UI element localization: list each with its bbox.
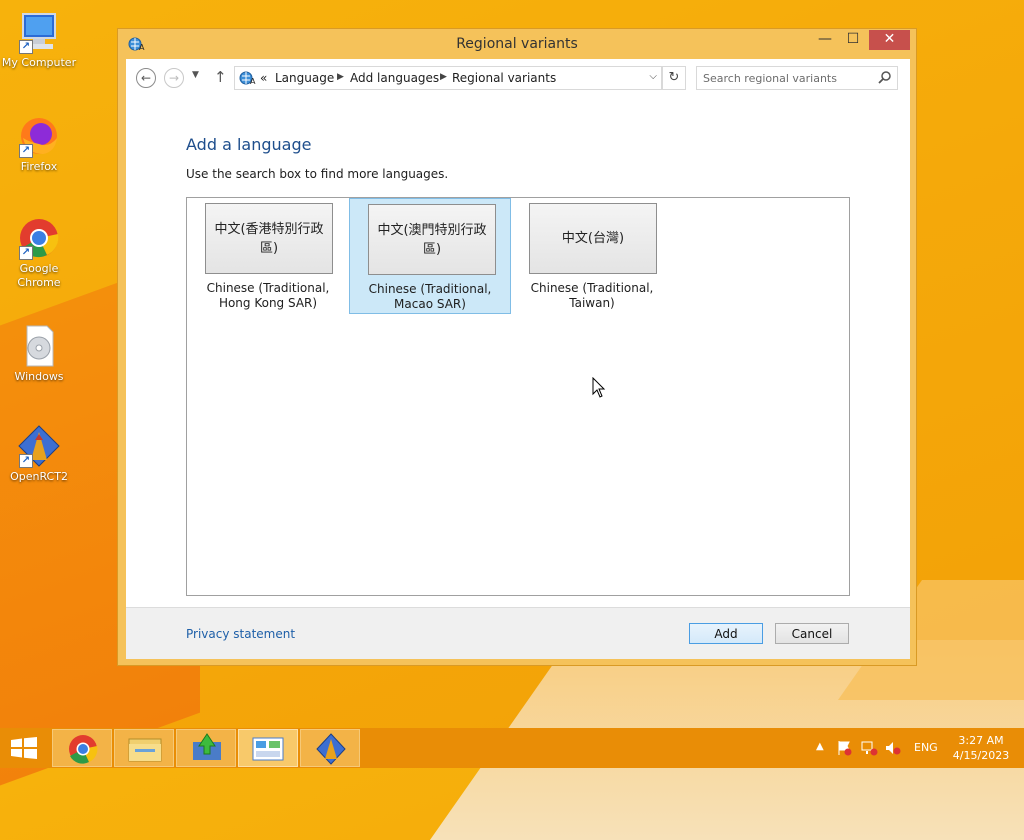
forward-arrow-icon[interactable]: → — [164, 68, 184, 88]
desktop-icon-windows[interactable]: Windows — [0, 324, 78, 384]
desktop-icon-label: Google Chrome — [17, 262, 61, 289]
breadcrumb-language[interactable]: Language — [275, 71, 334, 85]
content-pane: Add a language Use the search box to fin… — [126, 97, 910, 607]
action-center-flag-icon[interactable] — [836, 740, 852, 756]
window-title: Regional variants — [456, 36, 578, 52]
desktop-icon-firefox[interactable]: ↗ Firefox — [0, 114, 78, 174]
minimize-button[interactable]: — — [812, 30, 838, 50]
network-icon[interactable] — [860, 740, 878, 756]
language-tile-taiwan[interactable]: 中文(台灣) Chinese (Traditional, Taiwan) — [511, 198, 673, 314]
title-bar[interactable]: A Regional variants — ☐ ✕ — [118, 29, 916, 59]
taskbar-chrome[interactable] — [52, 729, 112, 767]
input-language-indicator[interactable]: ENG — [914, 741, 938, 781]
dialog-footer: Privacy statement Add Cancel — [126, 607, 910, 659]
computer-icon: ↗ — [17, 10, 61, 54]
address-toolbar: ← → ▼ ↑ A « Language ▶ Add languages ▶ R… — [126, 59, 910, 97]
address-dropdown-chevron-icon[interactable]: ⌵ — [649, 71, 657, 82]
language-native-name: 中文(澳門特別行政區) — [368, 204, 496, 275]
desktop-icon-label: My Computer — [1, 56, 77, 69]
language-caption: Chinese (Traditional, Taiwan) — [530, 281, 654, 310]
taskbar-file-explorer[interactable] — [114, 729, 174, 767]
language-caption: Chinese (Traditional, Hong Kong SAR) — [206, 281, 330, 310]
language-tile-macao[interactable]: 中文(澳門特別行政區) Chinese (Traditional, Macao … — [349, 198, 511, 314]
search-input[interactable] — [696, 66, 898, 90]
desktop-icon-google-chrome[interactable]: ↗ Google Chrome — [0, 216, 78, 290]
chrome-icon: ↗ — [17, 216, 61, 260]
page-title: Add a language — [186, 135, 312, 154]
openrct2-icon: ↗ — [17, 424, 61, 468]
maximize-button[interactable]: ☐ — [840, 30, 866, 50]
breadcrumb-separator-icon[interactable]: ▶ — [440, 72, 447, 82]
desktop-icon-my-computer[interactable]: ↗ My Computer — [0, 10, 78, 70]
breadcrumb-overflow[interactable]: « — [260, 71, 267, 85]
show-hidden-icons-chevron-icon[interactable]: ▲ — [816, 741, 824, 781]
desktop-icon-label: Firefox — [20, 160, 58, 173]
add-button[interactable]: Add — [689, 623, 763, 644]
back-arrow-icon[interactable]: ← — [136, 68, 156, 88]
breadcrumb-add-languages[interactable]: Add languages — [350, 71, 439, 85]
taskbar-openrct2[interactable] — [300, 729, 360, 767]
taskbar-installer[interactable] — [176, 729, 236, 767]
openrct2-icon — [316, 733, 346, 765]
instruction-text: Use the search box to find more language… — [186, 167, 449, 181]
privacy-statement-link[interactable]: Privacy statement — [186, 627, 295, 641]
refresh-icon[interactable]: ↻ — [662, 66, 686, 90]
close-button[interactable]: ✕ — [869, 30, 910, 50]
chrome-icon — [69, 735, 98, 764]
disc-file-icon — [17, 324, 61, 368]
language-caption: Chinese (Traditional, Macao SAR) — [368, 282, 492, 311]
folder-icon — [128, 738, 162, 762]
language-native-name: 中文(台灣) — [529, 203, 657, 274]
language-list: 中文(香港特別行政區) Chinese (Traditional, Hong K… — [186, 197, 850, 596]
recent-locations-chevron-icon[interactable]: ▼ — [192, 70, 199, 80]
clock-date: 4/15/2023 — [952, 749, 1010, 762]
desktop-icon-label: Windows — [14, 370, 64, 383]
language-tile-hong-kong[interactable]: 中文(香港特別行政區) Chinese (Traditional, Hong K… — [187, 198, 349, 314]
firefox-icon: ↗ — [17, 114, 61, 158]
breadcrumb[interactable]: A « Language ▶ Add languages ▶ Regional … — [234, 66, 662, 90]
clock-time: 3:27 AM — [958, 734, 1004, 747]
cancel-button[interactable]: Cancel — [775, 623, 849, 644]
svg-text:A: A — [250, 77, 256, 86]
regional-variants-window: A Regional variants — ☐ ✕ ← → ▼ ↑ A « La… — [117, 28, 917, 666]
language-icon: A — [239, 71, 256, 86]
language-native-name: 中文(香港特別行政區) — [205, 203, 333, 274]
system-clock[interactable]: 3:27 AM 4/15/2023 — [950, 733, 1012, 763]
mouse-cursor-icon — [592, 377, 606, 398]
desktop-icon-label: OpenRCT2 — [10, 470, 68, 483]
breadcrumb-regional-variants[interactable]: Regional variants — [452, 71, 556, 85]
taskbar-control-panel[interactable] — [238, 729, 298, 767]
control-panel-icon — [252, 737, 284, 761]
windows-logo-icon[interactable] — [10, 737, 38, 759]
search-icon[interactable] — [878, 70, 892, 84]
taskbar: ▲ ENG 3:27 AM 4/15/2023 — [0, 728, 1024, 768]
breadcrumb-separator-icon[interactable]: ▶ — [337, 72, 344, 82]
volume-muted-icon[interactable] — [884, 740, 902, 756]
up-arrow-icon[interactable]: ↑ — [214, 68, 227, 86]
install-arrow-icon — [193, 733, 221, 760]
desktop-icon-openrct2[interactable]: ↗ OpenRCT2 — [0, 424, 78, 484]
